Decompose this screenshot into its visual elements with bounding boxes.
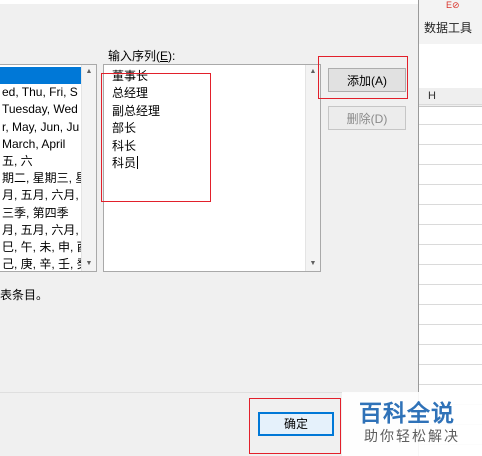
scroll-down-arrow-icon[interactable]: ▼	[306, 257, 320, 271]
custom-list-item[interactable]: ed, Thu, Fri, S	[0, 84, 84, 101]
dialog-title-strip	[0, 0, 418, 4]
grid-row-line	[418, 344, 482, 345]
sequence-line: 部长	[112, 120, 136, 136]
sequence-line-text: 副总经理	[112, 103, 161, 118]
input-sequence-label-suffix: ):	[168, 49, 176, 63]
grid-row-line	[418, 184, 482, 185]
ok-button[interactable]: 确定	[258, 412, 334, 436]
custom-list-item[interactable]	[0, 67, 84, 84]
sequence-line: 科员	[112, 155, 139, 171]
grid-row-line	[418, 104, 482, 105]
custom-list-item[interactable]: r, May, Jun, Ju	[0, 119, 84, 136]
custom-list-item[interactable]: March, April	[0, 136, 84, 153]
input-sequence-label: 输入序列(E):	[108, 47, 175, 64]
grid-row-line	[418, 264, 482, 265]
input-sequence-accesskey: E	[160, 49, 169, 63]
grid-row-line	[418, 384, 482, 385]
grid-row-line	[418, 144, 482, 145]
custom-lists-listbox[interactable]: ed, Thu, Fri, S Tuesday, Wed r, May, Jun, …	[0, 64, 97, 272]
text-caret	[137, 156, 139, 169]
grid-row-line	[418, 284, 482, 285]
grid-row-line	[418, 244, 482, 245]
sequence-line: 董事长	[112, 68, 148, 84]
sequence-line: 科长	[112, 138, 136, 154]
custom-lists-dialog: ed, Thu, Fri, S Tuesday, Wed r, May, Jun, …	[0, 0, 419, 456]
custom-list-item[interactable]: Tuesday, Wed	[0, 101, 84, 118]
watermark-logo: 百科全说	[359, 401, 455, 427]
sequence-line-text: 董事长	[112, 69, 149, 83]
delete-button[interactable]: 删除(D)	[328, 106, 406, 130]
scroll-down-arrow-icon[interactable]: ▼	[82, 257, 96, 271]
sequence-line-text: 部长	[112, 121, 137, 136]
ribbon-icon-glyph: E⊘	[446, 0, 460, 10]
custom-list-item[interactable]: 月, 五月, 六月,	[0, 187, 84, 204]
watermark-subtitle: 助你轻松解决	[364, 429, 460, 445]
sequence-line-text: 科长	[112, 138, 137, 153]
scroll-up-arrow-icon[interactable]: ▲	[82, 65, 96, 79]
grid-row-line	[418, 364, 482, 365]
listbox-scrollbar[interactable]: ▲ ▼	[81, 65, 96, 271]
ribbon-icon[interactable]: E⊘	[446, 0, 460, 11]
column-header-label: H	[428, 90, 436, 102]
grid-row-line	[418, 324, 482, 325]
textarea-scrollbar[interactable]: ▲ ▼	[305, 65, 320, 271]
custom-list-item[interactable]: 己, 庚, 辛, 壬, 癸	[0, 256, 84, 271]
sequence-line: 副总经理	[112, 103, 160, 119]
grid-row-line	[418, 204, 482, 205]
grid-row-line	[418, 304, 482, 305]
custom-list-item[interactable]: 三季, 第四季	[0, 205, 84, 222]
sequence-line-text: 科员	[112, 156, 137, 170]
sequence-textarea[interactable]: 董事长总经理副总经理部长科长科员 ▲ ▼	[103, 64, 321, 272]
add-button[interactable]: 添加(A)	[328, 68, 406, 92]
grid-row-line	[418, 164, 482, 165]
sequence-line: 总经理	[112, 85, 148, 101]
custom-list-item[interactable]: 期二, 星期三, 星	[0, 170, 84, 187]
ribbon-group-data-tools[interactable]: 数据工具	[424, 19, 472, 36]
scroll-up-arrow-icon[interactable]: ▲	[306, 65, 320, 79]
sequence-line-text: 总经理	[112, 86, 149, 101]
grid-row-line	[418, 124, 482, 125]
grid-row-line	[418, 224, 482, 225]
custom-list-item[interactable]: 五, 六	[0, 153, 84, 170]
hint-text: 表条目。	[0, 288, 49, 302]
custom-list-item[interactable]: 巳, 午, 未, 申, 酉	[0, 239, 84, 256]
input-sequence-label-text: 输入序列(	[108, 49, 160, 63]
custom-list-item[interactable]: 月, 五月, 六月,	[0, 222, 84, 239]
screenshot: E⊘ 数据工具 H ed, Thu, Fri, S Tuesday, Wed r, …	[0, 0, 482, 456]
